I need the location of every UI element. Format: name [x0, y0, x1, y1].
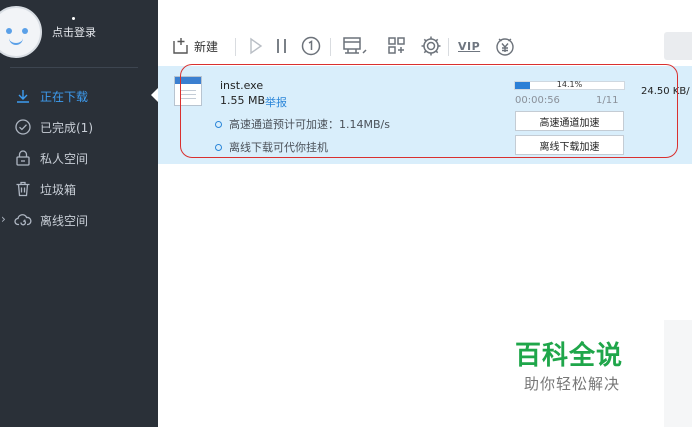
- trash-icon: [14, 180, 32, 198]
- scroll-area-edge: [664, 320, 692, 427]
- avatar-mouth: [9, 38, 23, 45]
- pause-icon: [275, 36, 289, 56]
- sidebar-item-label: 正在下载: [40, 89, 89, 104]
- download-icon: [14, 87, 32, 105]
- watermark-title: 百科全说: [515, 341, 624, 371]
- sidebar-divider: [10, 67, 138, 68]
- avatar[interactable]: [0, 6, 42, 58]
- notification-dot: [72, 17, 75, 20]
- plan-task-button[interactable]: [342, 35, 368, 57]
- new-task-button[interactable]: 新建: [172, 35, 218, 57]
- monitor-icon: [342, 35, 368, 57]
- lock-icon: [14, 149, 32, 167]
- sidebar-item-completed[interactable]: 已完成(1): [0, 112, 158, 142]
- avatar-eye: [22, 28, 28, 34]
- check-circle-icon: [14, 118, 32, 136]
- login-link[interactable]: 点击登录: [52, 24, 96, 40]
- toolbar-divider: [235, 38, 236, 56]
- vip-button[interactable]: VIP: [458, 35, 480, 57]
- sidebar-item-trash[interactable]: 垃圾箱: [0, 174, 158, 204]
- sidebar-item-downloading[interactable]: 正在下载: [0, 81, 158, 111]
- grid-icon: [387, 36, 407, 56]
- pause-button[interactable]: [275, 35, 289, 57]
- sidebar-item-label: 私人空间: [40, 151, 89, 166]
- sidebar-item-label: 已完成(1): [40, 120, 93, 135]
- sidebar-item-offline-space[interactable]: 离线空间: [0, 205, 158, 235]
- new-task-label: 新建: [194, 39, 219, 54]
- sidebar-item-label: 离线空间: [40, 213, 89, 228]
- limit-speed-button[interactable]: [300, 35, 322, 57]
- toolbar: 新建 VIP: [158, 0, 692, 66]
- apps-button[interactable]: [387, 35, 407, 57]
- gear-icon: [420, 35, 442, 57]
- number-one-circle-icon: [300, 35, 322, 57]
- sidebar-item-label: 垃圾箱: [40, 182, 77, 197]
- active-indicator: [151, 88, 158, 102]
- sidebar: 点击登录 正在下载 已完成(1) 私人空间 垃圾箱 › 离线空间: [0, 0, 158, 427]
- avatar-eye: [6, 28, 12, 34]
- play-icon: [248, 36, 264, 56]
- sidebar-item-private-space[interactable]: 私人空间: [0, 143, 158, 173]
- watermark-subtitle: 助你轻松解决: [524, 375, 621, 393]
- annotation-highlight: [180, 64, 678, 158]
- vip-label: VIP: [458, 39, 481, 53]
- toolbar-divider: [330, 38, 331, 56]
- start-button[interactable]: [248, 35, 264, 57]
- settings-button[interactable]: [420, 35, 442, 57]
- toolbar-divider: [448, 38, 449, 56]
- cloud-refresh-icon: [14, 211, 32, 229]
- new-file-icon: [172, 37, 190, 55]
- search-box[interactable]: [664, 32, 692, 60]
- recharge-button[interactable]: [494, 35, 516, 57]
- yuan-coin-icon: [494, 35, 516, 57]
